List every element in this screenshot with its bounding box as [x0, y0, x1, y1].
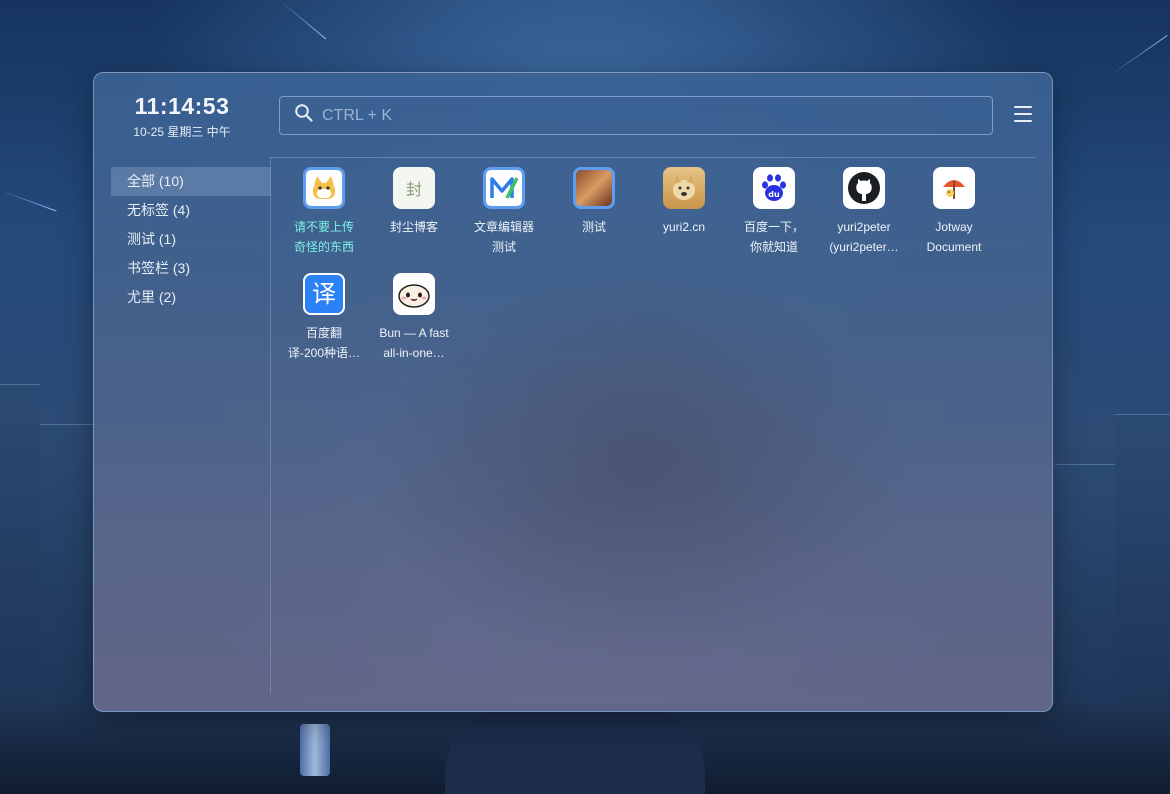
- clock-date: 10-25 星期三 中午: [133, 125, 231, 139]
- bookmark-title: 封尘博客: [389, 220, 438, 234]
- bookmark-subtitle: all-in-one…: [383, 346, 445, 360]
- clock-time: 11:14:53: [134, 93, 230, 119]
- bookmark-tile[interactable]: 封 封尘博客: [369, 167, 459, 237]
- shooting-star: [279, 0, 327, 40]
- bookmark-tile[interactable]: Jotway Document: [909, 167, 999, 257]
- bun-icon: [393, 273, 435, 315]
- github-icon: [843, 167, 885, 209]
- bookmark-title: 测试: [581, 220, 606, 234]
- bookmark-subtitle: 奇怪的东西: [293, 240, 354, 254]
- sidebar-item-bookmark-bar[interactable]: 书签栏 (3): [111, 254, 271, 283]
- tag-sidebar: 全部 (10) 无标签 (4) 测试 (1) 书签栏 (3) 尤里 (2): [111, 167, 271, 312]
- person-silhouette: [445, 704, 705, 794]
- bookmark-tile[interactable]: Bun — A fast all-in-one…: [369, 273, 459, 363]
- bookmark-subtitle: 译-200种语…: [287, 346, 361, 360]
- bookmark-title: yuri2.cn: [662, 220, 706, 234]
- clock-widget: 11:14:53 10-25 星期三 中午: [112, 93, 252, 140]
- bookmark-tile[interactable]: 请不要上传 奇怪的东西: [279, 167, 369, 257]
- sidebar-item-test[interactable]: 测试 (1): [111, 225, 271, 254]
- bookmark-subtitle: (yuri2peter…: [829, 240, 899, 254]
- bookmark-title: Jotway: [935, 220, 973, 234]
- bookmark-subtitle: Document: [926, 240, 982, 254]
- search-icon: [294, 103, 314, 128]
- doge-icon: [663, 167, 705, 209]
- bookmark-title: yuri2peter: [837, 220, 891, 234]
- bookmark-tile[interactable]: yuri2.cn: [639, 167, 729, 237]
- bookmark-subtitle: 测试: [491, 240, 516, 254]
- bookmark-title: 百度一下，: [743, 220, 804, 234]
- bookmark-tile[interactable]: yuri2peter (yuri2peter…: [819, 167, 909, 257]
- search-box[interactable]: [279, 96, 993, 135]
- baidu-icon: du: [753, 167, 795, 209]
- cat-mascot-icon: [303, 167, 345, 209]
- sidebar-item-all[interactable]: 全部 (10): [111, 167, 271, 196]
- bookmark-title: 百度翻: [305, 326, 342, 340]
- search-input[interactable]: [322, 106, 962, 125]
- photo-icon: [573, 167, 615, 209]
- translate-icon: 译: [303, 273, 345, 315]
- shooting-star: [0, 190, 57, 212]
- sidebar-item-yuri[interactable]: 尤里 (2): [111, 283, 271, 312]
- svg-text:du: du: [768, 190, 780, 199]
- feng-blog-icon: 封: [393, 167, 435, 209]
- shooting-star: [1109, 34, 1168, 76]
- bookmark-tile[interactable]: 文章编辑器 测试: [459, 167, 549, 257]
- sidebar-item-untagged[interactable]: 无标签 (4): [111, 196, 271, 225]
- translate-glyph: 译: [305, 275, 343, 313]
- markdown-editor-icon: [483, 167, 525, 209]
- bookmark-tile[interactable]: du 百度一下， 你就知道: [729, 167, 819, 257]
- umbrella-icon: [933, 167, 975, 209]
- divider: [270, 157, 1036, 158]
- bookmark-title: 请不要上传: [293, 220, 354, 234]
- bookmark-tile[interactable]: 译 百度翻 译-200种语…: [279, 273, 369, 363]
- bookmark-title: 文章编辑器: [473, 220, 534, 234]
- bookmark-title: Bun — A fast: [379, 326, 449, 340]
- bookmark-panel: 11:14:53 10-25 星期三 中午 全部 (10) 无标签 (4) 测试…: [93, 72, 1053, 712]
- bookmark-tile[interactable]: 测试: [549, 167, 639, 237]
- hamburger-menu-icon[interactable]: [1014, 106, 1032, 122]
- bookmark-subtitle: 你就知道: [749, 240, 798, 254]
- soda-can: [300, 724, 330, 776]
